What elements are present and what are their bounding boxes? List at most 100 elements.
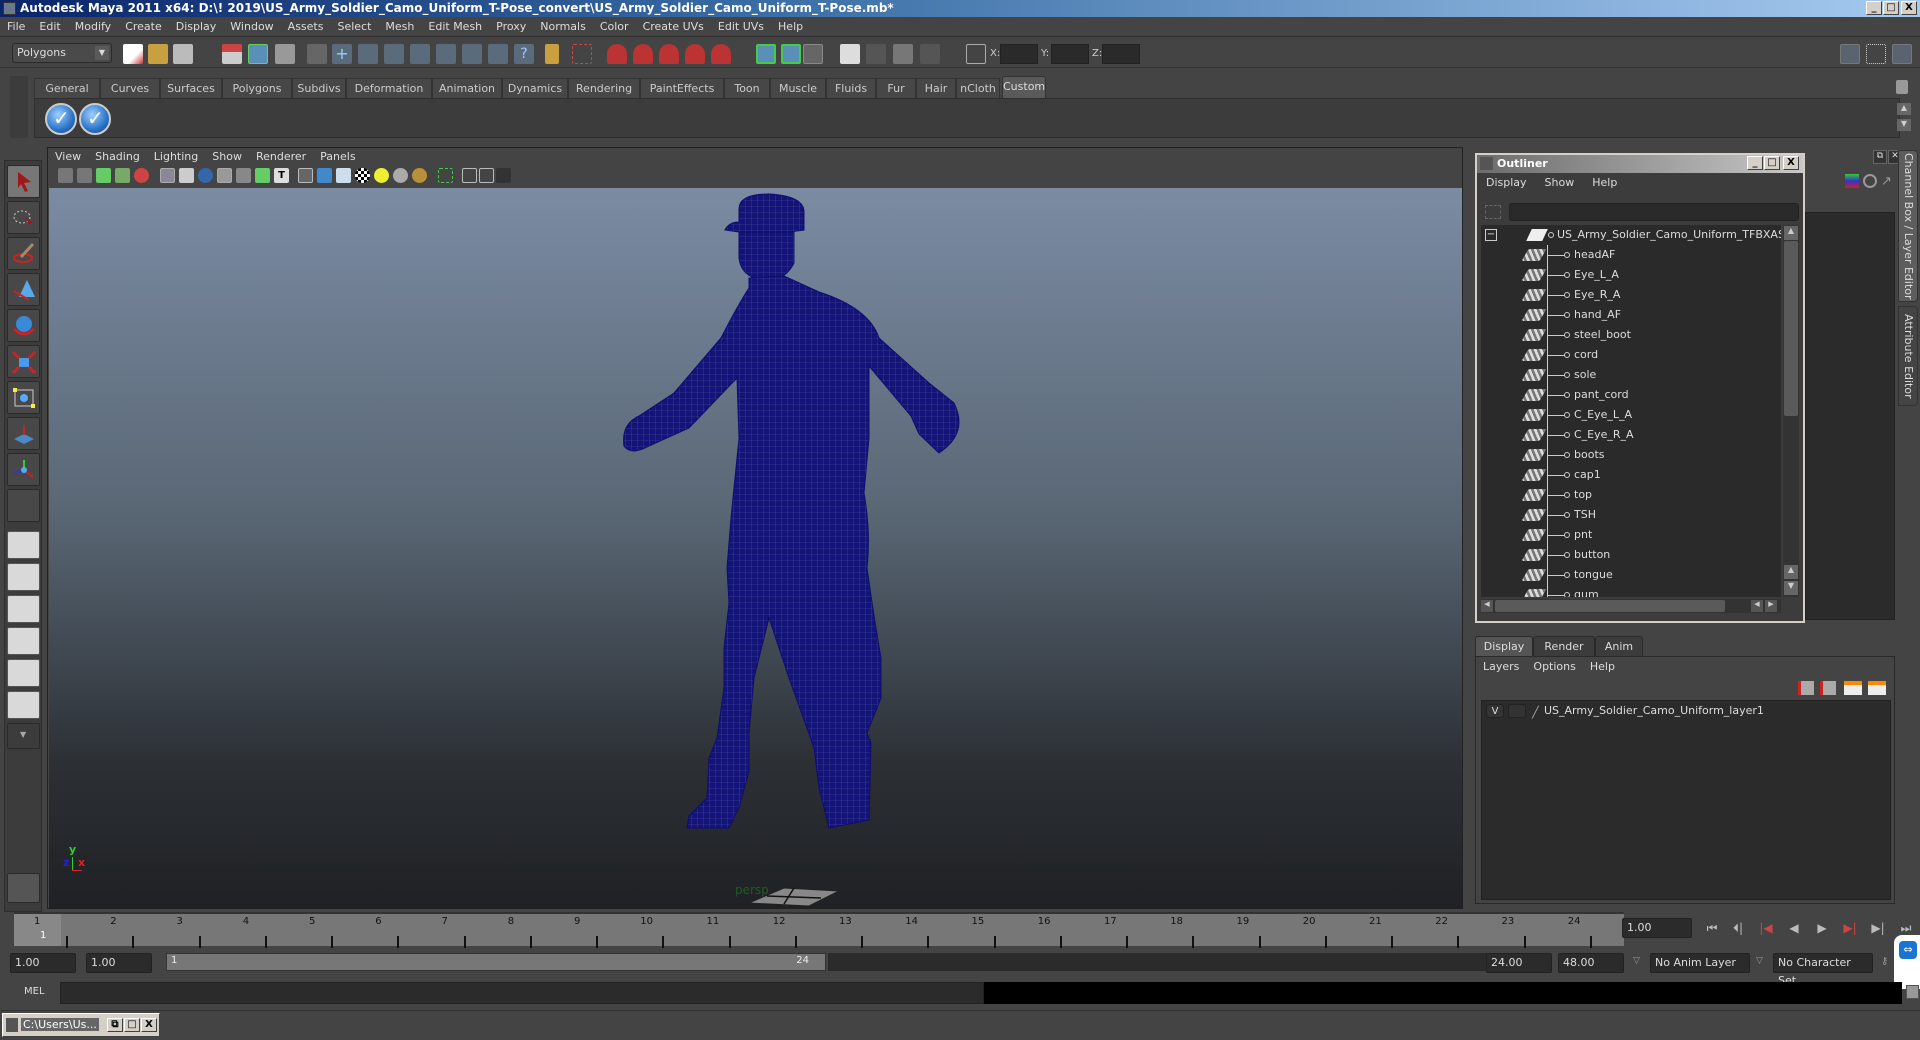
smooth-shade-icon[interactable] [317, 168, 332, 183]
safe-action-icon[interactable] [255, 168, 270, 183]
menu-assets[interactable]: Assets [281, 17, 331, 37]
layout-more-button[interactable]: ▼ [7, 723, 40, 749]
menu-display[interactable]: Display [169, 17, 224, 37]
shelf-tab-toon[interactable]: Toon [724, 78, 770, 98]
outliner-item[interactable]: pnt [1481, 525, 1781, 545]
close-button[interactable]: X [141, 1018, 157, 1032]
minimize-button[interactable]: _ [1866, 1, 1882, 15]
auto-key-icon[interactable]: ⚷ [1881, 956, 1888, 967]
vp-menu-renderer[interactable]: Renderer [249, 148, 313, 166]
vp-menu-panels[interactable]: Panels [313, 148, 362, 166]
save-scene-icon[interactable] [173, 44, 193, 64]
maximize-button[interactable]: □ [124, 1018, 140, 1032]
outliner-minimize-button[interactable]: _ [1747, 156, 1763, 170]
soft-modification-tool[interactable] [7, 417, 40, 450]
scroll-left-icon[interactable]: ◀ [1481, 600, 1493, 612]
layer-menu-help[interactable]: Help [1583, 657, 1622, 677]
play-forwards-icon[interactable]: ▶ [1814, 920, 1830, 936]
outliner-item[interactable]: top [1481, 485, 1781, 505]
snap-options-icon[interactable] [307, 44, 327, 64]
outliner-item[interactable]: cord [1481, 345, 1781, 365]
shelf-tab-hair[interactable]: Hair [916, 78, 956, 98]
mel-command-input[interactable] [60, 982, 984, 1004]
scroll-left-icon[interactable]: ◀ [1751, 600, 1763, 612]
y-input[interactable] [1051, 44, 1089, 64]
outliner-root-item[interactable]: − US_Army_Soldier_Camo_Uniform_TFBXASC04… [1481, 225, 1781, 245]
snap-view-plane-icon[interactable] [436, 44, 456, 64]
snap-rigid-icon[interactable] [488, 44, 508, 64]
outliner-item[interactable]: headAF [1481, 245, 1781, 265]
anim-layer-dropdown[interactable]: No Anim Layer [1650, 953, 1750, 973]
layout-persp-outliner-graph[interactable] [7, 691, 40, 719]
move-layer-up-icon[interactable] [1798, 681, 1814, 695]
layer-row[interactable]: V ╱ US_Army_Soldier_Camo_Uniform_layer1 [1482, 701, 1890, 721]
menu-set-dropdown[interactable]: Polygons ▼ [12, 43, 112, 63]
scale-tool[interactable] [7, 345, 40, 378]
select-component-icon[interactable] [275, 44, 295, 64]
magnet-live-icon[interactable] [711, 44, 731, 64]
character-set-dropdown[interactable]: No Character Set [1773, 953, 1873, 987]
selection-highlight-icon[interactable] [572, 44, 592, 64]
current-time-field[interactable]: 1.00 [1622, 918, 1692, 938]
layout-persp-graph[interactable] [7, 627, 40, 655]
scroll-thumb[interactable] [1784, 241, 1798, 416]
shelf-scroll-down-icon[interactable]: ▼ [1897, 119, 1911, 131]
tab-attribute-editor[interactable]: Attribute Editor [1898, 306, 1918, 406]
step-forward-key-icon[interactable]: ▶| [1870, 920, 1886, 936]
scroll-down-icon[interactable]: ▼ [1784, 581, 1798, 595]
menu-help[interactable]: Help [771, 17, 810, 37]
x-input[interactable] [1000, 44, 1038, 64]
shelf-tab-fur[interactable]: Fur [876, 78, 916, 98]
resolution-gate-icon[interactable] [198, 168, 213, 183]
go-to-end-icon[interactable]: ⏭ [1898, 920, 1914, 936]
create-empty-layer-icon[interactable] [1844, 681, 1862, 695]
step-back-key-icon[interactable]: ⏴| [1730, 920, 1746, 936]
custom-check-button-1[interactable] [45, 103, 77, 135]
camera-icon[interactable] [58, 168, 73, 183]
outliner-menu-help[interactable]: Help [1583, 173, 1626, 193]
outliner-item[interactable]: button [1481, 545, 1781, 565]
vp-menu-lighting[interactable]: Lighting [147, 148, 205, 166]
gate-mask-icon[interactable] [217, 168, 232, 183]
shelf-tab-fluids[interactable]: Fluids [826, 78, 876, 98]
shelf-tab-painteffects[interactable]: PaintEffects [640, 78, 724, 98]
xray-icon[interactable] [462, 168, 477, 183]
layout-four-view[interactable] [7, 563, 40, 591]
magnet-surface-icon[interactable] [685, 44, 705, 64]
layer-tab-anim[interactable]: Anim [1595, 636, 1643, 656]
outliner-item[interactable]: gum [1481, 585, 1781, 597]
bookmark-icon[interactable] [96, 168, 111, 183]
shelf-tab-muscle[interactable]: Muscle [770, 78, 826, 98]
layout-single-perspective[interactable] [7, 531, 40, 559]
shelf-tab-animation[interactable]: Animation [432, 78, 502, 98]
shelf-tab-subdivs[interactable]: Subdivs [292, 78, 346, 98]
menu-edit-mesh[interactable]: Edit Mesh [421, 17, 489, 37]
mel-label[interactable]: MEL [24, 986, 45, 997]
menu-color[interactable]: Color [593, 17, 636, 37]
wireframe-on-shaded-icon[interactable] [336, 168, 351, 183]
float-panel-icon[interactable]: ⧉ [1873, 150, 1887, 164]
move-tool[interactable] [7, 273, 40, 306]
step-forward-frame-icon[interactable]: ▶| [1842, 920, 1858, 936]
shadows-icon[interactable] [393, 168, 408, 183]
menu-modify[interactable]: Modify [68, 17, 118, 37]
move-layer-down-icon[interactable] [1820, 681, 1836, 695]
menu-create-uvs[interactable]: Create UVs [636, 17, 711, 37]
select-tool[interactable] [7, 165, 40, 198]
lasso-tool[interactable] [7, 201, 40, 234]
layer-color-swatch[interactable]: ╱ [1532, 703, 1539, 723]
channel-display-icon[interactable] [1863, 174, 1877, 188]
chevron-down-icon[interactable]: ▽ [1633, 956, 1640, 966]
arrow-icon[interactable]: ↗ [1881, 174, 1892, 189]
snap-grid-icon[interactable]: + [332, 44, 352, 64]
ipr-render-icon[interactable] [893, 44, 913, 64]
snap-surface-icon[interactable] [410, 44, 430, 64]
layer-display-type-toggle[interactable] [1508, 704, 1526, 718]
shelf-tab-curves[interactable]: Curves [100, 78, 160, 98]
open-scene-icon[interactable] [148, 44, 168, 64]
outliner-horizontal-scrollbar[interactable]: ◀ ◀ ▶ [1481, 599, 1781, 613]
magnet-point-icon[interactable] [659, 44, 679, 64]
shelf-tab-dynamics[interactable]: Dynamics [502, 78, 568, 98]
render-view-icon[interactable] [840, 44, 860, 64]
chevron-down-icon[interactable]: ▽ [1756, 956, 1763, 966]
